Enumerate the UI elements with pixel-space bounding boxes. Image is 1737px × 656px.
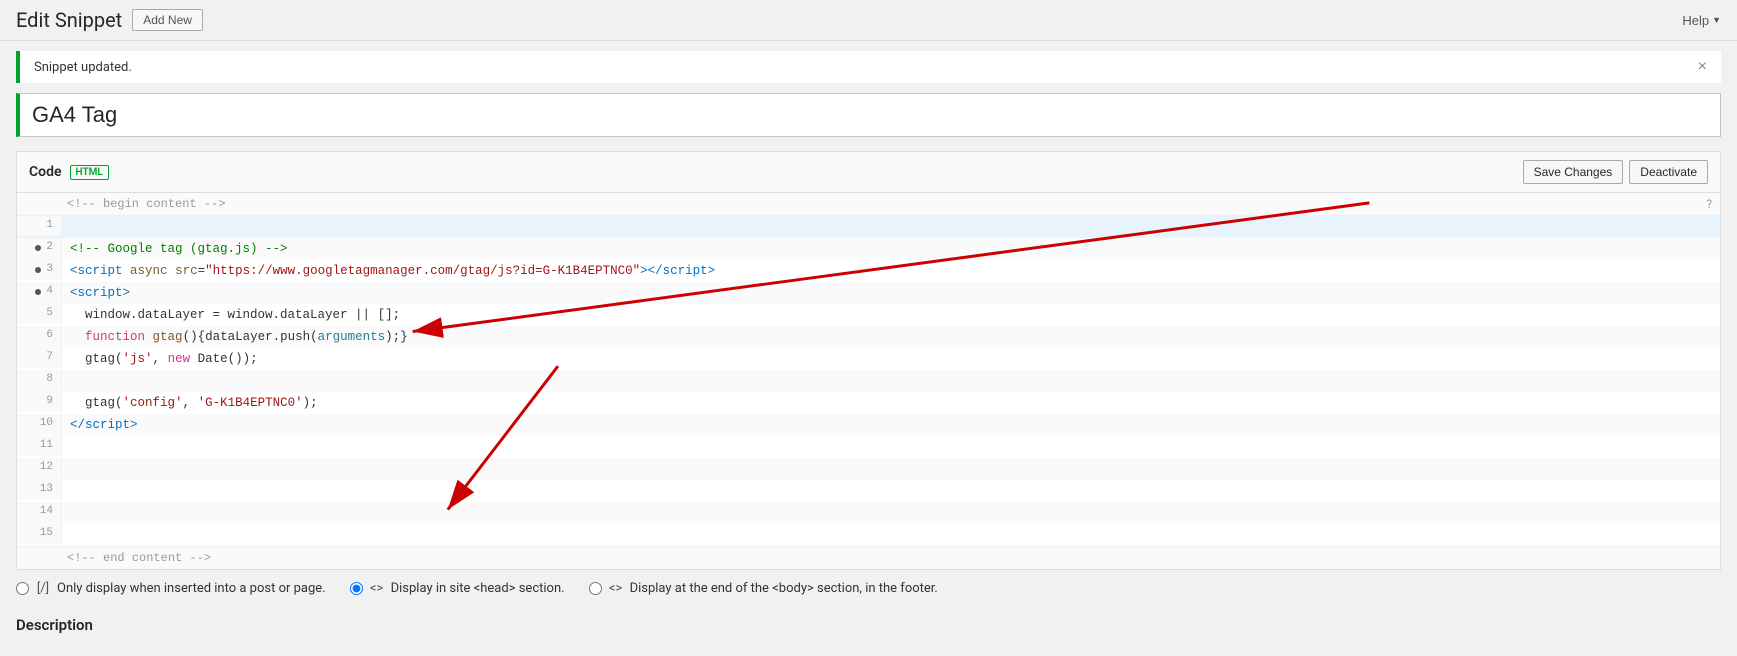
html-badge: HTML xyxy=(70,165,109,180)
code-line[interactable]: 12 xyxy=(17,458,1720,480)
main-content: Code HTML Save Changes Deactivate ? <!--… xyxy=(0,93,1737,656)
display-option-footer[interactable]: <> Display at the end of the <body> sect… xyxy=(589,580,938,596)
notice-bar: Snippet updated. × xyxy=(16,51,1721,83)
line-content: gtag('js', new Date()); xyxy=(62,348,1720,370)
line-content xyxy=(62,436,1720,438)
line-number: 9 xyxy=(17,392,62,412)
display-option-shortcode[interactable]: [/] Only display when inserted into a po… xyxy=(16,580,326,596)
notice-text: Snippet updated. xyxy=(34,60,132,75)
line-content xyxy=(62,370,1720,372)
code-line[interactable]: 4 <script> xyxy=(17,282,1720,304)
head-icon: <> xyxy=(369,580,385,596)
line-number: 12 xyxy=(17,458,62,478)
code-line[interactable]: 13 xyxy=(17,480,1720,502)
line-number: 5 xyxy=(17,304,62,324)
notice-close-button[interactable]: × xyxy=(1698,59,1707,75)
code-line[interactable]: 8 xyxy=(17,370,1720,392)
line-number: 13 xyxy=(17,480,62,500)
top-bar: Edit Snippet Add New Help xyxy=(0,0,1737,41)
line-content: <!-- Google tag (gtag.js) --> xyxy=(62,238,1720,260)
display-options: [/] Only display when inserted into a po… xyxy=(16,570,1721,606)
dot-icon xyxy=(35,267,41,273)
line-content xyxy=(62,524,1720,526)
line-content xyxy=(62,216,1720,218)
line-number: 7 xyxy=(17,348,62,368)
code-line[interactable]: 3 <script async src="https://www.googlet… xyxy=(17,260,1720,282)
code-line[interactable]: 1 xyxy=(17,216,1720,238)
line-content xyxy=(62,480,1720,482)
code-line[interactable]: 10 </script> xyxy=(17,414,1720,436)
line-content: gtag('config', 'G-K1B4EPTNC0'); xyxy=(62,392,1720,414)
line-number: 8 xyxy=(17,370,62,390)
line-number: 3 xyxy=(17,260,62,280)
code-line[interactable]: 2 <!-- Google tag (gtag.js) --> xyxy=(17,238,1720,260)
comment-top: <!-- begin content --> xyxy=(17,193,1720,216)
code-line[interactable]: 6 function gtag(){dataLayer.push(argumen… xyxy=(17,326,1720,348)
code-header: Code HTML Save Changes Deactivate xyxy=(17,152,1720,193)
shortcode-icon: [/] xyxy=(35,580,51,596)
line-content xyxy=(62,502,1720,504)
help-button[interactable]: Help xyxy=(1682,13,1721,28)
display-option-head-label: Display in site <head> section. xyxy=(391,581,565,596)
save-changes-button[interactable]: Save Changes xyxy=(1523,160,1624,184)
code-line[interactable]: 7 gtag('js', new Date()); xyxy=(17,348,1720,370)
footer-icon: <> xyxy=(608,580,624,596)
description-section: Description xyxy=(16,616,1721,634)
snippet-name-input[interactable] xyxy=(16,93,1721,137)
line-content: <script> xyxy=(62,282,1720,304)
dot-icon xyxy=(35,245,41,251)
top-bar-left: Edit Snippet Add New xyxy=(16,8,203,32)
dot-icon xyxy=(35,289,41,295)
code-section: Code HTML Save Changes Deactivate ? <!--… xyxy=(16,151,1721,570)
display-option-shortcode-label: Only display when inserted into a post o… xyxy=(57,581,326,596)
code-line[interactable]: 14 xyxy=(17,502,1720,524)
code-buttons: Save Changes Deactivate xyxy=(1523,160,1708,184)
line-number: 14 xyxy=(17,502,62,522)
code-line[interactable]: 5 window.dataLayer = window.dataLayer ||… xyxy=(17,304,1720,326)
line-content: window.dataLayer = window.dataLayer || [… xyxy=(62,304,1720,326)
line-number: 2 xyxy=(17,238,62,258)
line-number: 11 xyxy=(17,436,62,456)
display-option-footer-label: Display at the end of the <body> section… xyxy=(630,581,938,596)
line-number: 15 xyxy=(17,524,62,544)
line-number: 6 xyxy=(17,326,62,346)
code-label-text: Code xyxy=(29,164,62,180)
deactivate-button[interactable]: Deactivate xyxy=(1629,160,1708,184)
code-lines: 1 2 <!-- Google tag (gtag.js) --> 3 <scr… xyxy=(17,216,1720,546)
line-number: 10 xyxy=(17,414,62,434)
line-content xyxy=(62,458,1720,460)
code-line[interactable]: 9 gtag('config', 'G-K1B4EPTNC0'); xyxy=(17,392,1720,414)
code-line[interactable]: 15 xyxy=(17,524,1720,546)
line-number: 4 xyxy=(17,282,62,302)
code-label: Code HTML xyxy=(29,164,109,180)
line-content: </script> xyxy=(62,414,1720,436)
help-icon[interactable]: ? xyxy=(1706,197,1712,211)
add-new-button[interactable]: Add New xyxy=(132,9,203,31)
description-title: Description xyxy=(16,616,1721,634)
page-title: Edit Snippet xyxy=(16,8,122,32)
code-editor-area[interactable]: ? <!-- begin content --> 1 2 <!-- Google… xyxy=(17,193,1720,569)
line-content: function gtag(){dataLayer.push(arguments… xyxy=(62,326,1720,348)
line-number: 1 xyxy=(17,216,62,236)
line-content: <script async src="https://www.googletag… xyxy=(62,260,1720,282)
display-option-head[interactable]: <> Display in site <head> section. xyxy=(350,580,565,596)
code-line[interactable]: 11 xyxy=(17,436,1720,458)
comment-bottom: <!-- end content --> xyxy=(17,546,1720,569)
